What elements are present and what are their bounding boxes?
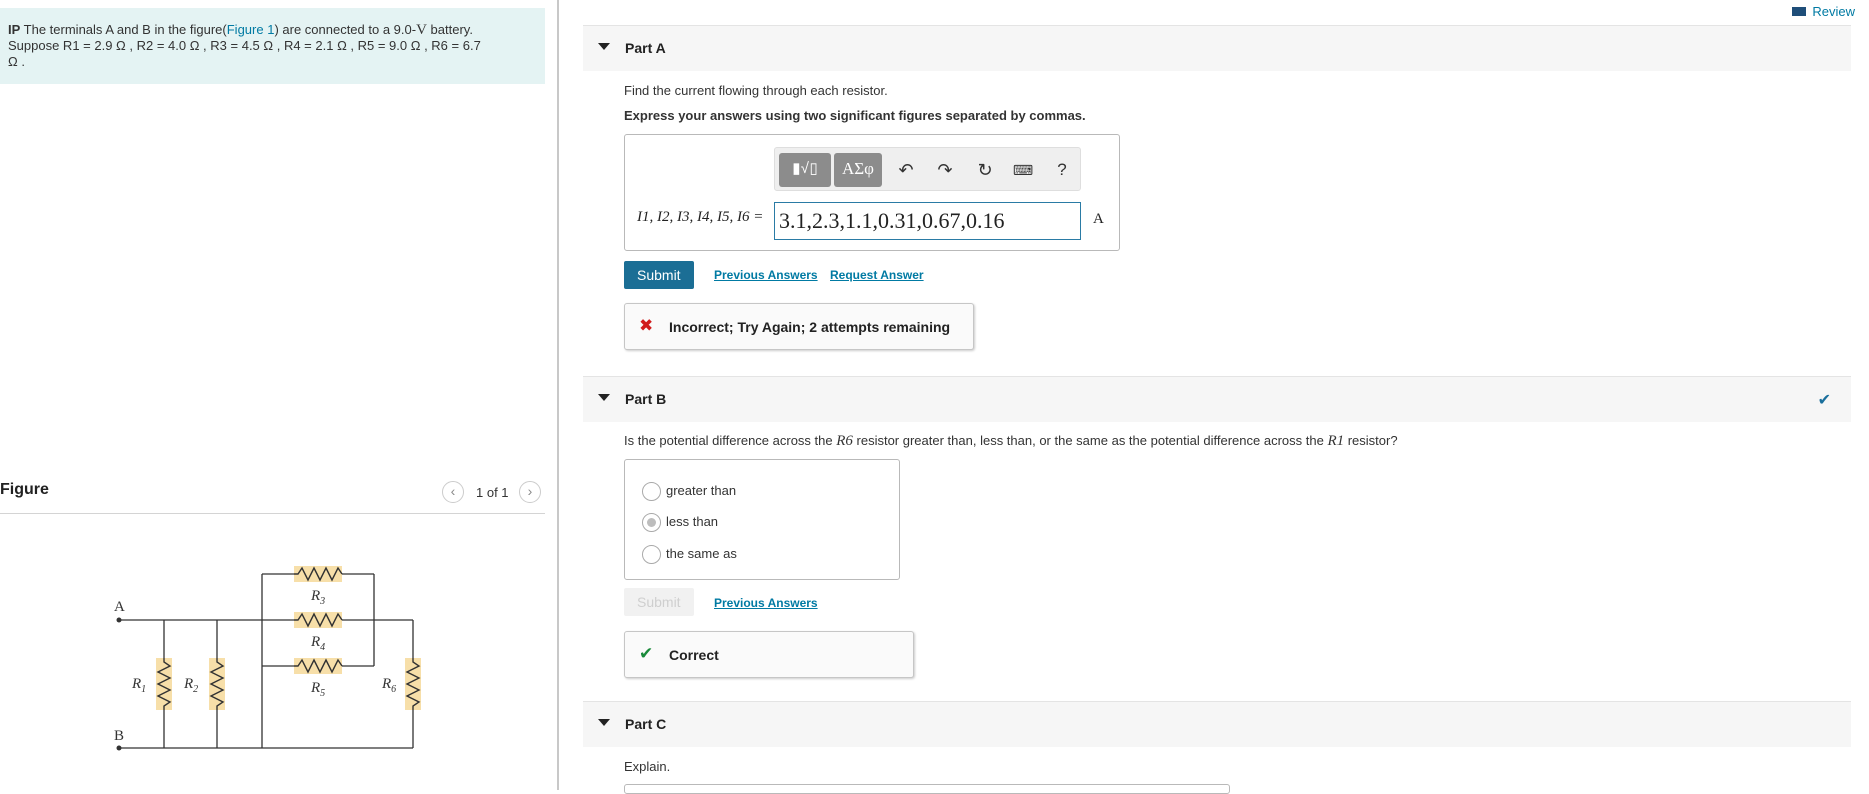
part-b-feedback: ✔ Correct [624,631,914,678]
part-a-submit-button[interactable]: Submit [624,261,694,289]
r4-label: R4 [310,634,325,653]
problem-text-3: battery. [426,22,473,37]
part-a-previous-answers-link[interactable]: Previous Answers [714,268,818,282]
correct-check-icon: ✔ [639,644,654,663]
equation-label: I1, I2, I3, I4, I5, I6 = [637,209,764,225]
answer-input[interactable] [774,202,1081,240]
problem-text-2: ) are connected to a 9.0- [274,22,417,37]
figure-title: Figure [0,481,49,498]
radio-button[interactable] [642,545,661,564]
figure-header: Figure ‹ 1 of 1 › [0,478,545,514]
part-a-feedback: ✖ Incorrect; Try Again; 2 attempts remai… [624,303,974,350]
collapse-triangle-icon [598,43,610,50]
part-b-previous-answers-link[interactable]: Previous Answers [714,596,818,610]
problem-text-1: The terminals A and B in the figure( [20,22,227,37]
keyboard-icon[interactable]: ⌨ [1011,158,1035,182]
radio-button-selected[interactable] [642,513,661,532]
r6-label: R6 [381,676,396,695]
part-b-feedback-text: Correct [669,647,719,663]
part-a-title: Part A [625,40,666,56]
voltage-unit: V [416,22,427,38]
part-a-header[interactable]: Part A [583,25,1851,71]
help-icon[interactable]: ? [1050,158,1074,182]
part-c-title: Part C [625,716,667,732]
ip-label: IP [8,22,21,37]
problem-line-3: Ω . [8,54,25,69]
part-c-answer-box[interactable] [624,784,1230,794]
templates-icon: ▮√▯ [792,161,818,178]
part-b-submit-button[interactable]: Submit [624,588,694,616]
figure-pager-count: 1 of 1 [476,485,509,500]
r1-symbol: R1 [1327,433,1345,449]
reset-icon[interactable]: ↻ [973,158,997,182]
book-icon [1792,7,1807,16]
pane-divider[interactable] [557,0,559,790]
part-a-instruction: Find the current flowing through each re… [624,83,888,98]
part-b-question: Is the potential difference across the R… [624,433,1398,449]
part-b-title: Part B [625,391,667,407]
next-figure-button[interactable]: › [519,481,541,503]
part-c-instruction: Explain. [624,759,671,774]
part-b-choices: greater than less than the same as [624,459,900,580]
part-c-header[interactable]: Part C [583,701,1851,747]
node-a-label: A [114,599,125,615]
collapse-triangle-icon [598,394,610,401]
figure-link[interactable]: Figure 1 [227,22,275,37]
previous-figure-button[interactable]: ‹ [442,481,464,503]
r6-symbol: R6 [836,433,853,449]
undo-icon[interactable]: ↶ [894,158,918,182]
incorrect-x-icon: ✖ [639,316,654,335]
symbols-button[interactable]: ΑΣφ [834,153,882,187]
terminal-b-dot [116,745,122,751]
request-answer-link[interactable]: Request Answer [830,268,924,282]
templates-button[interactable]: ▮√▯ [779,153,831,187]
unit-label: A [1093,211,1104,227]
r2-label: R2 [183,676,198,695]
review-link[interactable]: Review [1792,4,1855,19]
part-b-header[interactable]: Part B ✔ [583,376,1851,422]
problem-line-2: Suppose R1 = 2.9 Ω , R2 = 4.0 Ω , R3 = 4… [8,38,481,53]
part-b-complete-check-icon: ✔ [1817,392,1831,409]
collapse-triangle-icon [598,719,610,726]
redo-icon[interactable]: ↷ [933,158,957,182]
part-a-answer-area: ▮√▯ ΑΣφ ↶ ↷ ↻ ⌨ ? I1, I2, I3, I4, I5, I6… [624,134,1120,251]
terminal-a-dot [116,617,122,623]
part-a-feedback-text: Incorrect; Try Again; 2 attempts remaini… [669,319,951,335]
part-a-format-note: Express your answers using two significa… [624,108,1086,123]
r3-label: R3 [310,588,325,607]
problem-statement: IP The terminals A and B in the figure(F… [0,8,545,84]
r5-label: R5 [310,680,325,699]
r1-label: R1 [131,676,146,695]
math-toolbar: ▮√▯ ΑΣφ ↶ ↷ ↻ ⌨ ? [774,147,1081,191]
left-pane: IP The terminals A and B in the figure(F… [0,0,557,790]
radio-button[interactable] [642,482,661,501]
circuit-diagram: A B R1 R2 R3 R4 R5 R6 [114,566,421,751]
node-b-label: B [114,728,124,744]
